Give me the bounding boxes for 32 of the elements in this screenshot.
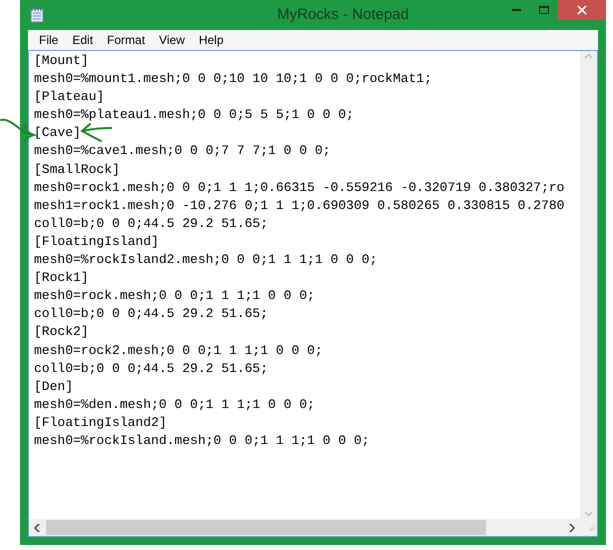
text-line: [FloatingIsland] xyxy=(34,232,159,251)
text-line: mesh0=%plateau1.mesh;0 0 0;5 5 5;1 0 0 0; xyxy=(34,106,354,124)
text-line: [Den] xyxy=(34,378,74,396)
menu-item[interactable]: File xyxy=(32,31,66,49)
text-line: mesh1=rock1.mesh;0 -10.276 0;1 1 1;0.690309 0.580265 0.330815 0.2780 xyxy=(34,196,564,215)
text-line: coll0=b;0 0 0;44.5 29.2 51.65; xyxy=(34,360,268,378)
text-line: [Mount] xyxy=(34,52,89,70)
text-line: mesh0=%den.mesh;0 0 0;1 1 1;1 0 0 0; xyxy=(34,396,315,414)
scroll-thumb[interactable] xyxy=(46,520,486,535)
text-line: [Cave] xyxy=(34,124,81,142)
text-line: mesh0=%rockIsland.mesh;0 0 0;1 1 1;1 0 0 0; xyxy=(34,432,370,450)
text-line: mesh0=rock.mesh;0 0 0;1 1 1;1 0 0 0; xyxy=(34,287,315,306)
text-line: [Rock2] xyxy=(34,323,89,342)
menu-item[interactable]: Help xyxy=(192,31,231,49)
menu-item[interactable]: View xyxy=(152,31,192,49)
text-line: [Rock1] xyxy=(34,269,89,288)
window-title: MyRocks - Notepad xyxy=(276,4,409,25)
menu-item[interactable]: Edit xyxy=(65,31,100,49)
text-line: mesh0=%mount1.mesh;0 0 0;10 10 10;1 0 0 0;rockMat1; xyxy=(34,70,432,88)
text-line: [SmallRock] xyxy=(34,160,120,179)
text-line: [FloatingIsland2] xyxy=(34,414,167,432)
text-line: mesh0=rock1.mesh;0 0 0;1 1 1;0.66315 -0.559216 -0.320719 0.380327;ro xyxy=(34,178,564,197)
notepad-icon xyxy=(30,7,44,23)
close-icon xyxy=(577,5,587,15)
text-line: mesh0=%rockIsland2.mesh;0 0 0;1 1 1;1 0 0 0; xyxy=(34,251,378,270)
close-button[interactable] xyxy=(558,0,606,20)
text-line: coll0=b;0 0 0;44.5 29.2 51.65; xyxy=(34,305,268,324)
text-line: mesh0=rock2.mesh;0 0 0;1 1 1;1 0 0 0; xyxy=(34,342,323,360)
text-line: mesh0=%cave1.mesh;0 0 0;7 7 7;1 0 0 0; xyxy=(34,142,330,160)
text-line: [Plateau] xyxy=(34,88,104,106)
text-line: coll0=b;0 0 0;44.5 29.2 51.65; xyxy=(34,214,268,233)
menu-item[interactable]: Format xyxy=(100,31,152,49)
